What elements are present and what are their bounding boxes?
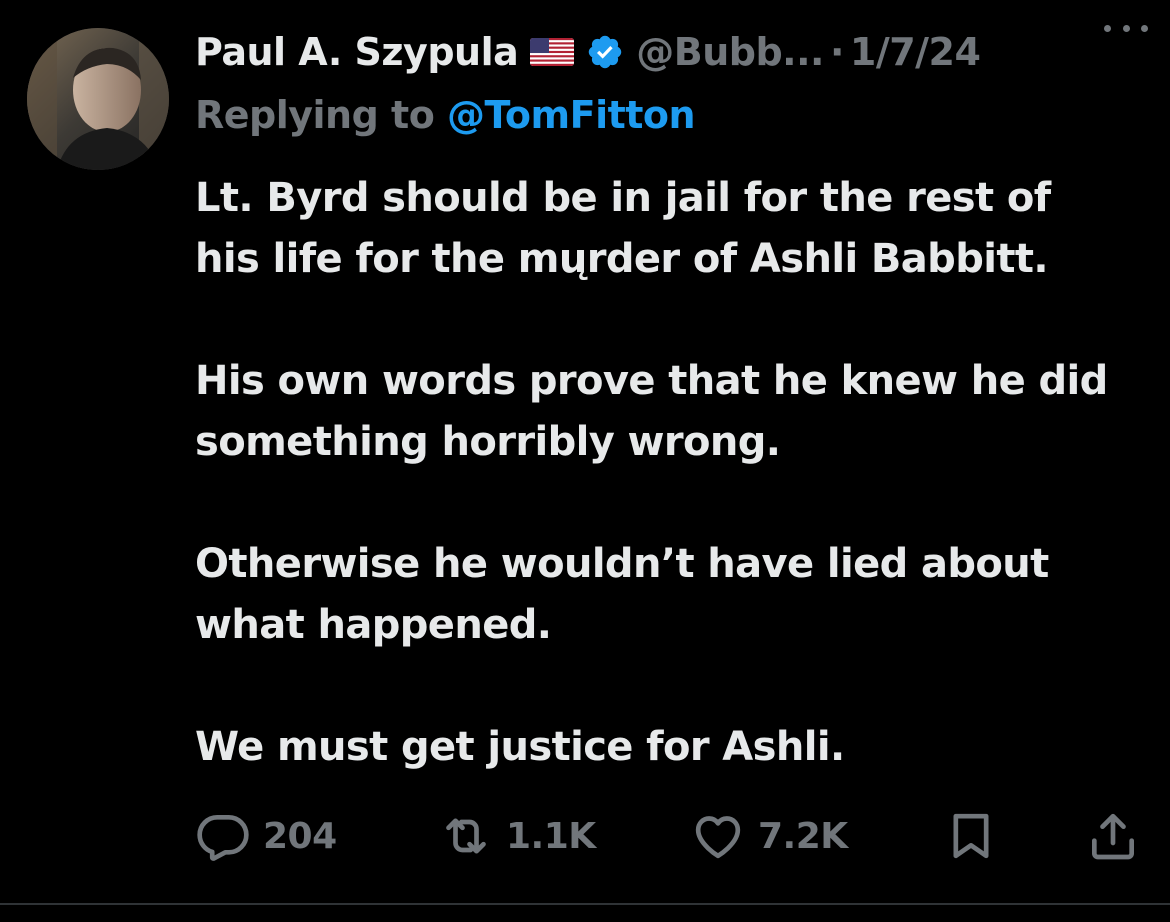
share-button[interactable] xyxy=(1085,806,1141,866)
us-flag-icon xyxy=(530,38,575,66)
like-count: 7.2K xyxy=(758,815,848,857)
author-display-name[interactable]: Paul A. Szypula xyxy=(195,30,519,74)
reply-button[interactable]: 204 xyxy=(195,806,337,866)
retweet-count: 1.1K xyxy=(506,815,596,857)
reply-count: 204 xyxy=(263,815,337,857)
bookmark-button[interactable] xyxy=(943,806,999,866)
divider xyxy=(0,903,1170,905)
author-handle[interactable]: @Bubb... xyxy=(636,30,824,74)
more-options-icon[interactable] xyxy=(1104,18,1148,38)
tweet-paragraph: Otherwise he wouldn’t have lied about wh… xyxy=(195,541,1049,648)
tweet-paragraph: We must get justice for Ashli. xyxy=(195,724,845,770)
reply-mention-link[interactable]: @TomFitton xyxy=(447,93,696,137)
tweet-paragraph: His own words prove that he knew he did … xyxy=(195,358,1108,465)
like-button[interactable]: 7.2K xyxy=(690,806,848,866)
more-dot xyxy=(1122,24,1130,32)
more-dot xyxy=(1141,24,1148,32)
retweet-icon xyxy=(446,818,486,854)
tweet-header: Paul A. Szypula @Bubb... · 1/7/24 xyxy=(195,24,1155,80)
more-dot xyxy=(1104,24,1111,32)
replying-to-label: Replying to xyxy=(195,93,448,137)
heart-icon xyxy=(695,816,741,859)
separator-dot: · xyxy=(829,30,844,74)
avatar[interactable] xyxy=(27,28,169,170)
bookmark-icon xyxy=(953,813,989,859)
replying-to-line: Replying to @TomFitton xyxy=(195,93,696,137)
tweet-paragraph: Lt. Byrd should be in jail for the rest … xyxy=(195,175,1051,282)
retweet-button[interactable]: 1.1K xyxy=(438,806,596,866)
tweet-body: Lt. Byrd should be in jail for the rest … xyxy=(195,168,1155,778)
tweet-actions: 204 1.1K 7.2K xyxy=(195,806,1145,866)
share-icon xyxy=(1092,813,1134,860)
tweet-date[interactable]: 1/7/24 xyxy=(850,30,981,74)
verified-badge-icon[interactable] xyxy=(586,33,624,71)
reply-icon xyxy=(197,815,249,861)
